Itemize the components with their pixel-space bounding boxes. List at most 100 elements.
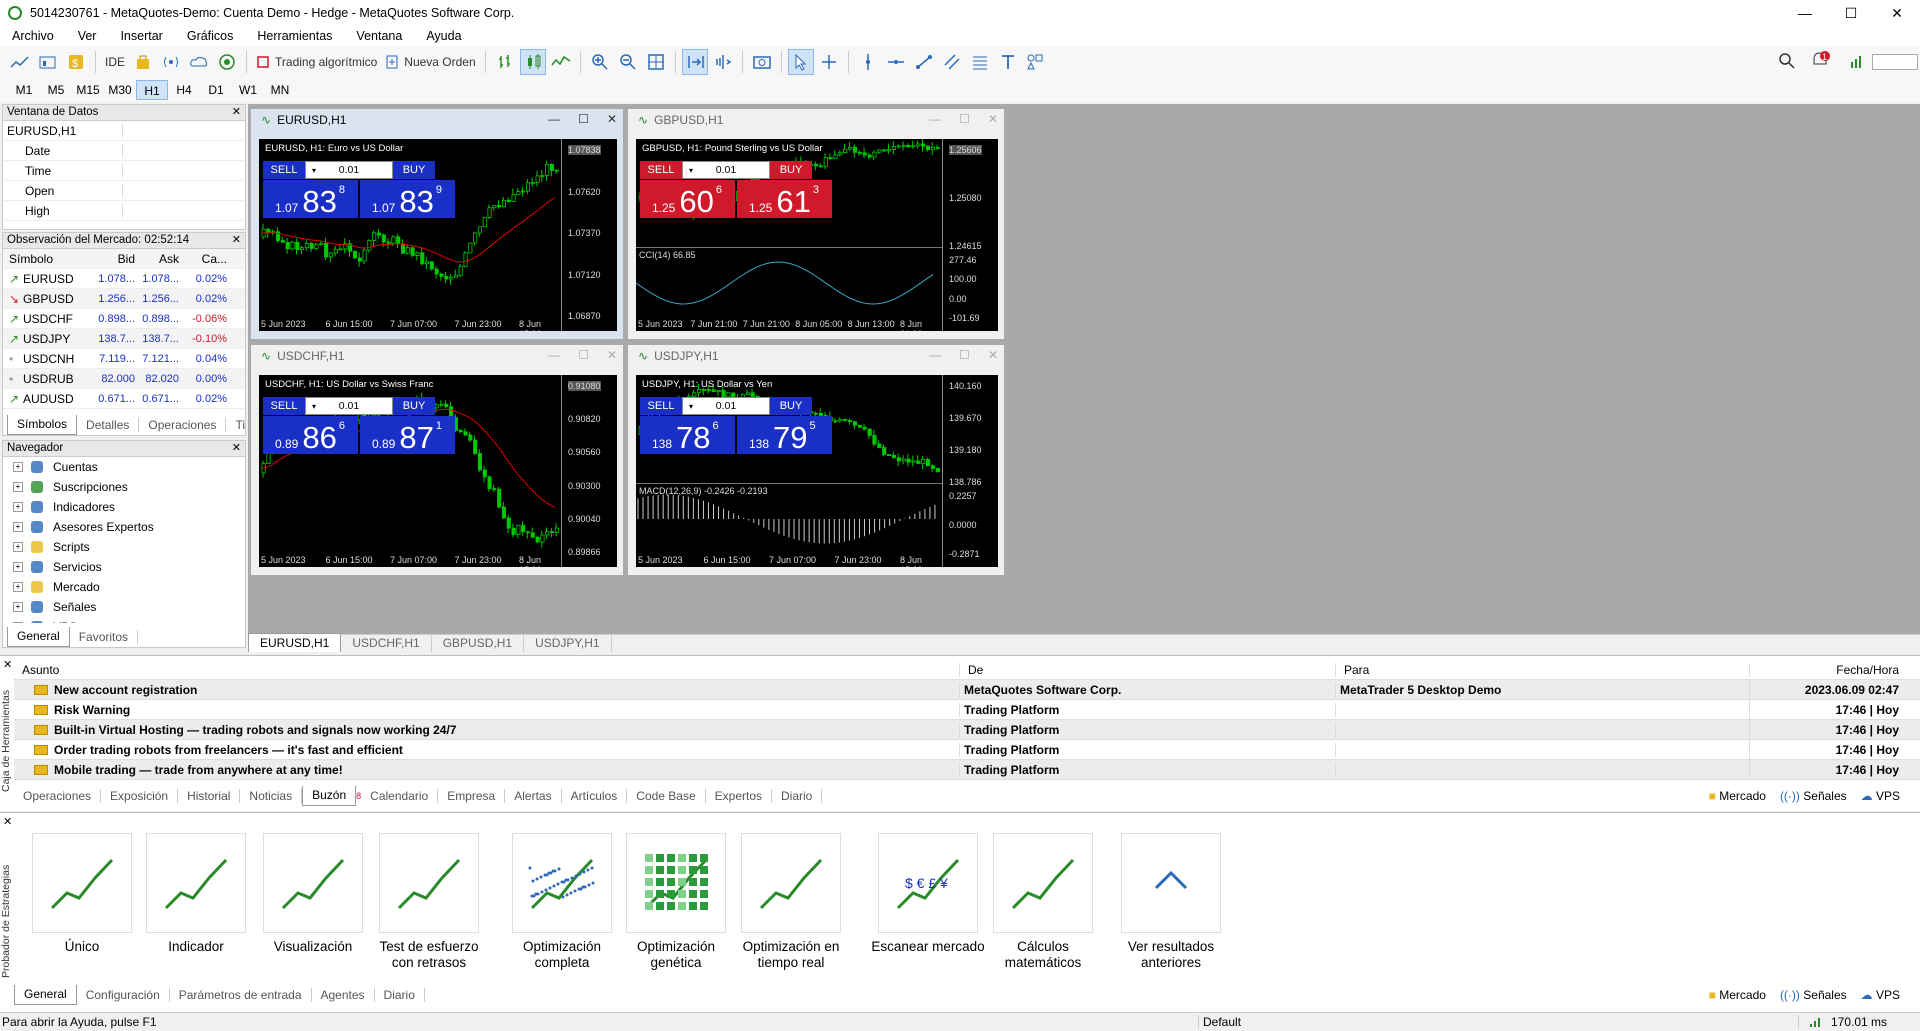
menu-insertar[interactable]: Insertar [108, 29, 174, 43]
market-row[interactable]: ↗ USDJPY 138.7... 138.7... -0.10% [3, 329, 245, 349]
tab-favoritos[interactable]: Favoritos [70, 630, 139, 644]
status-profile[interactable]: Default [1198, 1015, 1798, 1029]
tf-m15[interactable]: M15 [72, 80, 104, 100]
autoscroll-icon[interactable] [681, 49, 708, 75]
chart-tab[interactable]: GBPUSD,H1 [432, 634, 525, 652]
tester-card[interactable]: Único [22, 833, 142, 955]
profiles-icon[interactable] [35, 49, 61, 75]
navigator-item[interactable]: + Señales [3, 597, 245, 617]
chevron-down-icon[interactable]: ▾ [689, 402, 693, 411]
status-vps[interactable]: ☁ VPS [1861, 988, 1900, 1002]
ide-button[interactable]: IDE [102, 49, 128, 75]
sell-button[interactable]: SELL [640, 161, 682, 179]
tab-agentes[interactable]: Agentes [312, 988, 375, 1002]
buy-button[interactable]: BUY [770, 161, 812, 179]
expand-icon[interactable]: + [13, 622, 23, 623]
status-senales[interactable]: ((·)) Señales [1780, 988, 1847, 1002]
fibonacci-icon[interactable] [967, 49, 993, 75]
chart-tab[interactable]: USDJPY,H1 [524, 634, 612, 652]
tab-noticias[interactable]: Noticias [240, 789, 303, 803]
chart-window-eurusd-h1[interactable]: ∿ EURUSD,H1 — ☐ ✕ EURUSD, H1: Euro vs US Doll… [250, 108, 624, 340]
col-subject[interactable]: Asunto [14, 662, 960, 677]
navigator-item[interactable]: + Mercado [3, 577, 245, 597]
menu-graficos[interactable]: Gráficos [175, 29, 246, 43]
sell-button[interactable]: SELL [640, 397, 682, 415]
buy-button[interactable]: BUY [770, 397, 812, 415]
navigator-item[interactable]: + VPS [3, 617, 245, 623]
sell-button[interactable]: SELL [263, 397, 305, 415]
expand-icon[interactable]: + [13, 462, 23, 472]
zoom-out-icon[interactable] [615, 49, 641, 75]
close-icon[interactable]: ✕ [988, 348, 998, 362]
chart-window-titlebar[interactable]: ∿ EURUSD,H1 — ☐ ✕ [251, 109, 623, 131]
tester-card[interactable]: Optimización genética [616, 833, 736, 971]
navigator-item[interactable]: + Servicios [3, 557, 245, 577]
menu-herramientas[interactable]: Herramientas [245, 29, 344, 43]
tester-card[interactable]: Optimización en tiempo real [731, 833, 851, 971]
trendline-icon[interactable] [911, 49, 937, 75]
market-row[interactable]: ↗ EURUSD 1.078... 1.078... 0.02% [3, 269, 245, 289]
sell-button[interactable]: SELL [263, 161, 305, 179]
line-chart-icon[interactable] [548, 49, 574, 75]
tab-general[interactable]: General [14, 985, 77, 1005]
navigator-item[interactable]: + Cuentas [3, 457, 245, 477]
bid-price-button[interactable]: 0.89 86 6 [263, 416, 358, 455]
tester-card[interactable]: Cálculos matemáticos [983, 833, 1103, 971]
lot-size-field[interactable]: ▾ 0.01 [682, 397, 770, 415]
ask-price-button[interactable]: 1.25 61 3 [737, 180, 832, 219]
chart-shift-icon[interactable] [710, 49, 736, 75]
price-chart[interactable]: EURUSD, H1: Euro vs US Dollar SELL ▾ 0.01 BU… [259, 139, 617, 331]
channel-icon[interactable] [939, 49, 965, 75]
tab-exposición[interactable]: Exposición [101, 789, 179, 803]
chevron-down-icon[interactable]: ▾ [312, 166, 316, 175]
maximize-button[interactable]: ☐ [1828, 0, 1874, 26]
bid-price-button[interactable]: 1.25 60 6 [640, 180, 735, 219]
expand-icon[interactable]: + [13, 482, 23, 492]
close-icon[interactable]: ✕ [988, 112, 998, 126]
tab-configuracion[interactable]: Configuración [77, 988, 170, 1002]
navigator-item[interactable]: + Indicadores [3, 497, 245, 517]
chart-window-usdchf-h1[interactable]: ∿ USDCHF,H1 — ☐ ✕ USDCHF, H1: US Dollar vs Sw… [250, 344, 624, 576]
status-vps[interactable]: ☁ VPS [1861, 789, 1900, 803]
buy-button[interactable]: BUY [393, 397, 435, 415]
price-chart[interactable]: USDJPY, H1: US Dollar vs Yen SELL ▾ 0.01 BUY… [636, 375, 998, 567]
mail-row[interactable]: Built-in Virtual Hosting — trading robot… [14, 719, 1920, 740]
tab-alertas[interactable]: Alertas [505, 789, 562, 803]
col-date[interactable]: Fecha/Hora [1750, 663, 1905, 677]
tester-card[interactable]: Optimización completa [502, 833, 622, 971]
tab-operaciones[interactable]: Operaciones [139, 418, 227, 432]
chart-tab[interactable]: USDCHF,H1 [341, 634, 432, 652]
close-icon[interactable]: ✕ [232, 105, 241, 120]
minimize-icon[interactable]: — [929, 348, 941, 362]
ask-price-button[interactable]: 0.89 87 1 [360, 416, 455, 455]
tf-m30[interactable]: M30 [104, 80, 136, 100]
vertical-line-icon[interactable] [855, 49, 881, 75]
tab-diario[interactable]: Diario [375, 988, 425, 1002]
text-icon[interactable] [995, 49, 1021, 75]
chart-window-gbpusd-h1[interactable]: ∿ GBPUSD,H1 — ☐ ✕ GBPUSD, H1: Pound Sterling … [627, 108, 1005, 340]
maximize-icon[interactable]: ☐ [578, 112, 589, 126]
lock-bag-icon[interactable] [130, 49, 156, 75]
col-bid[interactable]: Bid [93, 252, 135, 266]
maximize-icon[interactable]: ☐ [959, 112, 970, 126]
chart-window-titlebar[interactable]: ∿ USDJPY,H1 — ☐ ✕ [628, 345, 1004, 367]
market-row[interactable]: ↗ USDCHF 0.898... 0.898... -0.06% [3, 309, 245, 329]
signal-icon[interactable] [158, 49, 184, 75]
tab-calendario[interactable]: Calendario [361, 789, 439, 803]
tf-m5[interactable]: M5 [40, 80, 72, 100]
col-symbol[interactable]: Símbolo [3, 252, 93, 266]
new-order-button[interactable]: Nueva Orden [382, 49, 478, 75]
tab-simbolos[interactable]: Símbolos [7, 415, 78, 435]
close-icon[interactable]: ✕ [3, 815, 12, 828]
algo-trading-button[interactable]: Trading algorítmico [253, 49, 380, 75]
tab-operaciones[interactable]: Operaciones [14, 789, 102, 803]
tf-d1[interactable]: D1 [200, 80, 232, 100]
col-to[interactable]: Para [1336, 662, 1750, 677]
minimize-icon[interactable]: — [548, 112, 560, 126]
mail-row[interactable]: Order trading robots from freelancers — … [14, 739, 1920, 760]
notifications-icon[interactable] [1810, 51, 1832, 74]
tab-detalles[interactable]: Detalles [77, 418, 140, 432]
cursor-icon[interactable] [787, 49, 814, 75]
market-row[interactable]: ↗ AUDUSD 0.671... 0.671... 0.02% [3, 389, 245, 409]
zoom-in-icon[interactable] [587, 49, 613, 75]
